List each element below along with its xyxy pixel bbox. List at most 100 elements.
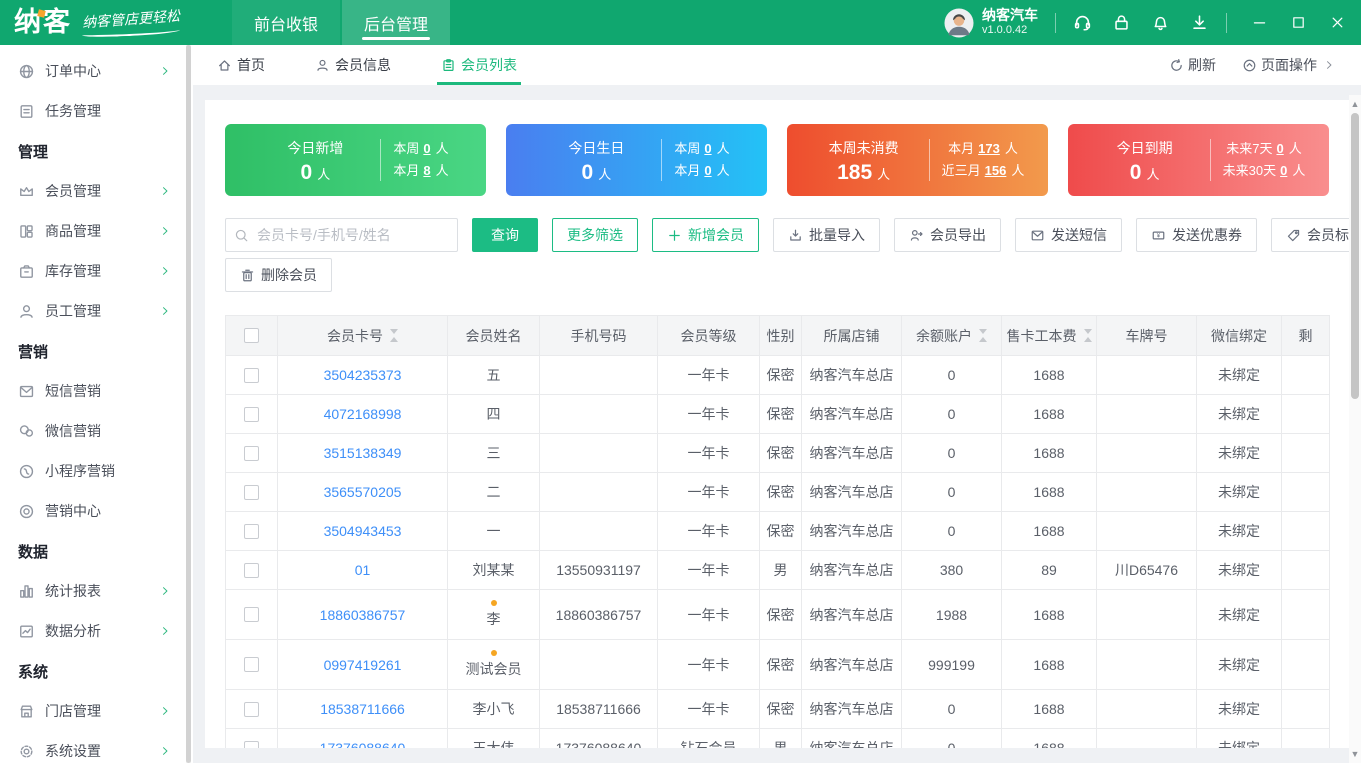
cell-plate-number <box>1097 590 1197 640</box>
stat-sub-number[interactable]: 0 <box>704 163 711 178</box>
delete-member-button[interactable]: 删除会员 <box>225 258 332 292</box>
table-header-cell: 微信绑定 <box>1197 316 1282 356</box>
sidebar-item[interactable]: 员工管理 <box>0 291 193 331</box>
user-account[interactable]: 纳客汽车 v1.0.0.42 <box>944 7 1038 38</box>
sort-control[interactable] <box>1084 329 1092 342</box>
avatar <box>944 8 974 38</box>
search-input[interactable] <box>255 226 449 244</box>
row-checkbox[interactable] <box>244 524 259 539</box>
member-card-link[interactable]: 17376088640 <box>320 740 406 748</box>
member-card-link[interactable]: 3504943453 <box>324 523 402 539</box>
select-all-checkbox[interactable] <box>244 328 259 343</box>
bell-icon[interactable] <box>1151 13 1170 32</box>
send-coupon-button[interactable]: ¥发送优惠券 <box>1136 218 1257 252</box>
page-tab[interactable]: 会员列表 <box>441 45 517 85</box>
stat-sub-number[interactable]: 0 <box>423 141 430 156</box>
page-action[interactable]: 刷新 <box>1169 55 1216 75</box>
sidebar-item[interactable]: 系统设置 <box>0 731 193 763</box>
table-header-cell: 剩 <box>1282 316 1330 356</box>
stat-sub-number[interactable]: 156 <box>985 163 1007 178</box>
main-scrollbar[interactable]: ▲ ▼ <box>1349 95 1361 763</box>
top-tab-cashier[interactable]: 前台收银 <box>232 0 340 45</box>
send-sms-button-label: 发送短信 <box>1051 225 1107 245</box>
member-card-link[interactable]: 4072168998 <box>324 406 402 422</box>
sidebar-item[interactable]: 会员管理 <box>0 171 193 211</box>
member-card-link[interactable]: 3565570205 <box>324 484 402 500</box>
row-checkbox[interactable] <box>244 485 259 500</box>
sidebar-item[interactable]: 统计报表 <box>0 571 193 611</box>
page-tab[interactable]: 首页 <box>217 45 265 85</box>
member-card-link[interactable]: 3515138349 <box>324 445 402 461</box>
stat-sub-number[interactable]: 0 <box>1276 141 1283 156</box>
page-action[interactable]: 页面操作 <box>1242 55 1335 75</box>
sort-asc-icon[interactable] <box>390 337 398 342</box>
stat-sub-number[interactable]: 0 <box>704 141 711 156</box>
report-icon <box>18 583 35 600</box>
stat-card-title: 今日生日 <box>547 138 645 158</box>
customer-service-icon[interactable] <box>1073 13 1092 32</box>
stat-sub-unit: 人 <box>1292 163 1305 178</box>
member-card-link[interactable]: 01 <box>355 562 371 578</box>
member-export-button[interactable]: 会员导出 <box>894 218 1001 252</box>
row-checkbox[interactable] <box>244 657 259 672</box>
page-tab[interactable]: 会员信息 <box>315 45 391 85</box>
cell-checkbox <box>226 473 278 512</box>
search-button[interactable]: 查询 <box>472 218 538 252</box>
sort-desc-icon[interactable] <box>390 329 398 334</box>
stat-card-main: 今日生日0人 <box>543 138 649 183</box>
sidebar-item[interactable]: 小程序营销 <box>0 451 193 491</box>
more-filter-button[interactable]: 更多筛选 <box>552 218 638 252</box>
sidebar-item[interactable]: 营销中心 <box>0 491 193 531</box>
lock-icon[interactable] <box>1112 13 1131 32</box>
maximize-icon[interactable] <box>1291 15 1306 30</box>
sidebar-item[interactable]: 订单中心 <box>0 51 193 91</box>
top-tab-backstage[interactable]: 后台管理 <box>342 0 450 45</box>
member-tag-button[interactable]: 会员标签 <box>1271 218 1349 252</box>
member-card-link[interactable]: 0997419261 <box>324 657 402 673</box>
sort-asc-icon[interactable] <box>1084 337 1092 342</box>
row-checkbox[interactable] <box>244 563 259 578</box>
scrollbar-up-arrow[interactable]: ▲ <box>1349 97 1361 111</box>
row-checkbox[interactable] <box>244 741 259 749</box>
refresh-icon <box>1169 58 1184 73</box>
stat-sub-number[interactable]: 173 <box>978 141 1000 156</box>
add-member-button[interactable]: 新增会员 <box>652 218 759 252</box>
table-row: 18860386757李18860386757一年卡保密纳客汽车总店198816… <box>226 590 1330 640</box>
cell-wechat-bind: 未绑定 <box>1197 434 1282 473</box>
sidebar-item[interactable]: 微信营销 <box>0 411 193 451</box>
sidebar-item[interactable]: 门店管理 <box>0 691 193 731</box>
sidebar-item[interactable]: 数据分析 <box>0 611 193 651</box>
sidebar-item[interactable]: 商品管理 <box>0 211 193 251</box>
member-card-link[interactable]: 3504235373 <box>324 367 402 383</box>
row-checkbox[interactable] <box>244 446 259 461</box>
batch-import-button[interactable]: 批量导入 <box>773 218 880 252</box>
minimize-icon[interactable] <box>1252 15 1267 30</box>
sort-desc-icon[interactable] <box>1084 329 1092 334</box>
member-card-link[interactable]: 18538711666 <box>320 701 405 717</box>
sort-asc-icon[interactable] <box>979 337 987 342</box>
stat-sub-number[interactable]: 8 <box>423 163 430 178</box>
table-row: 18538711666李小飞18538711666一年卡保密纳客汽车总店0168… <box>226 690 1330 729</box>
scrollbar-down-arrow[interactable]: ▼ <box>1349 747 1361 761</box>
row-checkbox[interactable] <box>244 368 259 383</box>
sort-control[interactable] <box>390 329 398 342</box>
sort-control[interactable] <box>979 329 987 342</box>
close-icon[interactable] <box>1330 15 1345 30</box>
row-checkbox[interactable] <box>244 607 259 622</box>
row-checkbox[interactable] <box>244 702 259 717</box>
cell-balance: 0 <box>902 395 1002 434</box>
sidebar-scrollbar-thumb[interactable] <box>186 45 191 763</box>
sidebar-item[interactable]: 短信营销 <box>0 371 193 411</box>
cell-phone: 13550931197 <box>540 551 658 590</box>
sidebar-item[interactable]: 库存管理 <box>0 251 193 291</box>
sidebar-item[interactable]: 任务管理 <box>0 91 193 131</box>
send-sms-button[interactable]: 发送短信 <box>1015 218 1122 252</box>
row-checkbox[interactable] <box>244 407 259 422</box>
sort-desc-icon[interactable] <box>979 329 987 334</box>
member-card-link[interactable]: 18860386757 <box>320 607 406 623</box>
download-icon[interactable] <box>1190 13 1209 32</box>
sidebar-menu: 订单中心任务管理管理会员管理商品管理库存管理员工管理营销短信营销微信营销小程序营… <box>0 51 193 763</box>
main-scrollbar-thumb[interactable] <box>1351 113 1359 399</box>
sidebar-scrollbar[interactable] <box>186 45 191 763</box>
stat-sub-number[interactable]: 0 <box>1280 163 1287 178</box>
